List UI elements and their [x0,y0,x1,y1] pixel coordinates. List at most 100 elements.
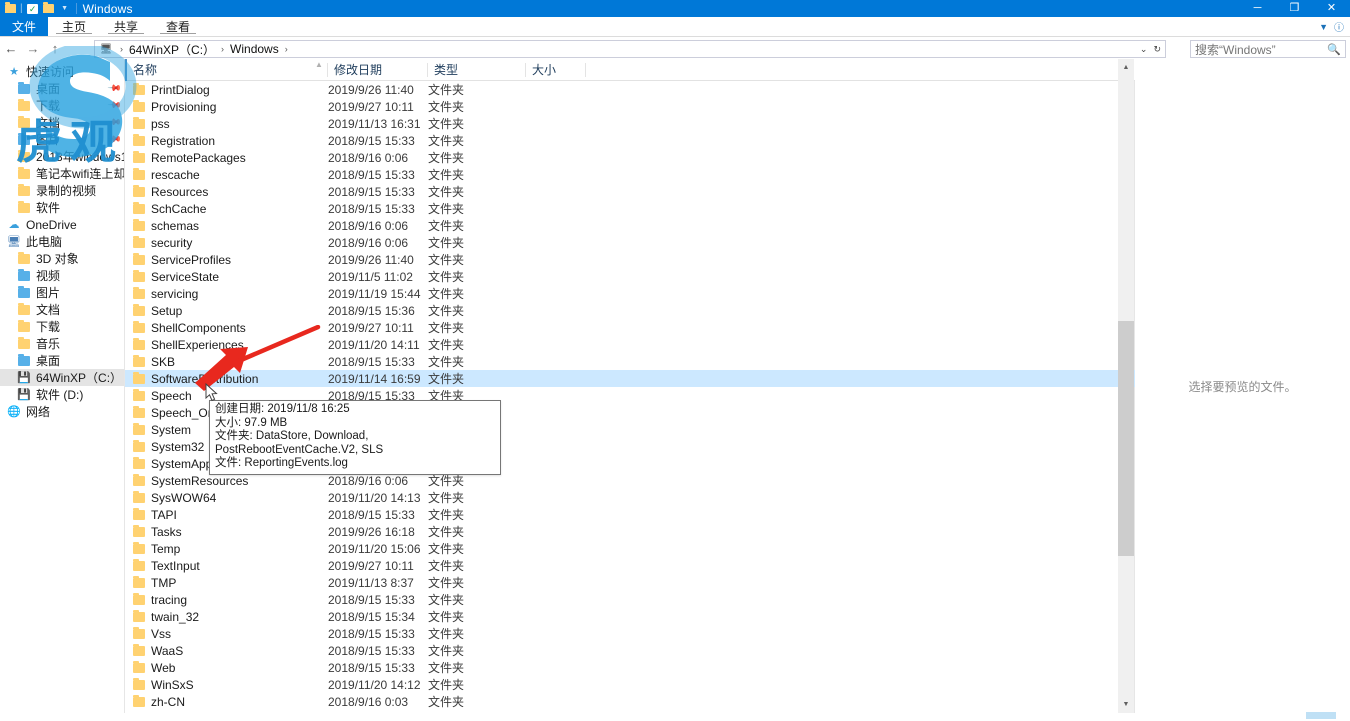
tab-file[interactable]: 文件 [0,17,49,36]
table-row[interactable]: Provisioning 2019/9/27 10:11 文件夹 [125,98,1135,115]
table-row[interactable]: servicing 2019/11/19 15:44 文件夹 [125,285,1135,302]
table-row[interactable]: SysWOW64 2019/11/20 14:13 文件夹 [125,489,1135,506]
table-row[interactable]: Web 2018/9/15 15:33 文件夹 [125,659,1135,676]
pin-icon[interactable]: 📌 [107,115,122,131]
table-row[interactable]: SystemResources 2018/9/16 0:06 文件夹 [125,472,1135,489]
sidebar-item-17[interactable]: 桌面 [0,352,124,369]
table-row[interactable]: zh-CN 2018/9/16 0:03 文件夹 [125,693,1135,710]
scrollbar-thumb[interactable] [1118,321,1134,556]
table-row[interactable]: SKB 2018/9/15 15:33 文件夹 [125,353,1135,370]
tab-view[interactable]: 查看 [152,17,204,36]
scroll-up-arrow-icon[interactable]: ▲ [1118,59,1134,76]
vertical-scrollbar[interactable]: ▲ ▼ [1118,59,1134,713]
column-header-name[interactable]: 名称 [125,58,328,81]
breadcrumb-separator: › [120,44,123,54]
folder-icon[interactable] [3,2,17,16]
tab-home[interactable]: 主页 [48,17,100,36]
sidebar-item-12[interactable]: 视频 [0,267,124,284]
table-row[interactable]: ShellComponents 2019/9/27 10:11 文件夹 [125,319,1135,336]
table-row[interactable]: twain_32 2018/9/15 15:34 文件夹 [125,608,1135,625]
new-folder-icon[interactable] [42,2,56,16]
cell-type: 文件夹 [428,202,465,216]
pin-icon[interactable]: 📌 [107,81,122,97]
help-icon[interactable]: ⓘ [1334,19,1344,34]
chevron-down-icon[interactable]: ▼ [58,2,72,16]
table-row[interactable]: tracing 2018/9/15 15:33 文件夹 [125,591,1135,608]
music-folder-icon [16,336,32,352]
column-header-size[interactable]: 大小 [526,59,586,81]
sidebar-item-4[interactable]: 图片 📌 [0,131,124,148]
table-row[interactable]: Vss 2018/9/15 15:33 文件夹 [125,625,1135,642]
sidebar-item-1[interactable]: 桌面 📌 [0,80,124,97]
table-row[interactable]: Resources 2018/9/15 15:33 文件夹 [125,183,1135,200]
close-button[interactable]: ✕ [1313,0,1350,17]
sidebar-item-2[interactable]: 下载 📌 [0,97,124,114]
table-row[interactable]: TMP 2019/11/13 8:37 文件夹 [125,574,1135,591]
sidebar-item-13[interactable]: 图片 [0,284,124,301]
sidebar-item-15[interactable]: 下载 [0,318,124,335]
table-row[interactable]: SchCache 2018/9/15 15:33 文件夹 [125,200,1135,217]
table-row[interactable]: TextInput 2019/9/27 10:11 文件夹 [125,557,1135,574]
tab-share[interactable]: 共享 [100,17,152,36]
maximize-button[interactable]: ❐ [1276,0,1313,17]
folder-icon [16,200,32,216]
breadcrumb-item-drive[interactable]: 64WinXP（C:） [127,41,217,58]
table-row[interactable]: security 2018/9/16 0:06 文件夹 [125,234,1135,251]
back-button[interactable]: ← [0,38,22,59]
table-row[interactable]: schemas 2018/9/16 0:06 文件夹 [125,217,1135,234]
sidebar-item-14[interactable]: 文档 [0,301,124,318]
table-row[interactable]: TAPI 2018/9/15 15:33 文件夹 [125,506,1135,523]
up-button[interactable]: ↑ [44,38,66,59]
table-row[interactable]: PrintDialog 2019/9/26 11:40 文件夹 [125,81,1135,98]
table-row[interactable]: pss 2019/11/13 16:31 文件夹 [125,115,1135,132]
column-header-type[interactable]: 类型 [428,59,526,81]
column-header-date[interactable]: 修改日期 [328,59,428,81]
sidebar-item-11[interactable]: 3D 对象 [0,250,124,267]
file-name-label: Registration [151,133,216,148]
table-row[interactable]: Temp 2019/11/20 15:06 文件夹 [125,540,1135,557]
sidebar-item-18[interactable]: 💾 64WinXP（C:） [0,369,124,386]
table-row[interactable]: WaaS 2018/9/15 15:33 文件夹 [125,642,1135,659]
table-row[interactable]: SoftwareDistribution 2019/11/14 16:59 文件夹 [125,370,1135,387]
table-row[interactable]: Tasks 2019/9/26 16:18 文件夹 [125,523,1135,540]
table-row[interactable]: RemotePackages 2018/9/16 0:06 文件夹 [125,149,1135,166]
sidebar-item-16[interactable]: 音乐 [0,335,124,352]
table-row[interactable]: Setup 2018/9/15 15:36 文件夹 [125,302,1135,319]
sidebar-item-8[interactable]: 软件 [0,199,124,216]
drive-icon: 💾 [17,372,31,384]
table-row[interactable]: ServiceState 2019/11/5 11:02 文件夹 [125,268,1135,285]
cell-date: 2018/9/15 15:34 [328,609,415,624]
properties-check-icon[interactable]: ✓ [26,2,40,16]
search-input[interactable]: 搜索“Windows” 🔍 [1190,40,1346,58]
sidebar-item-7[interactable]: 录制的视频 [0,182,124,199]
search-icon[interactable]: 🔍 [1327,43,1341,56]
history-dropdown-icon[interactable]: ⌄ [1140,44,1148,55]
sidebar-item-19[interactable]: 💾 软件 (D:) [0,386,124,403]
cell-date: 2018/9/15 15:33 [328,626,415,641]
sidebar-item-9[interactable]: ☁ OneDrive [0,216,124,233]
sidebar-item-3[interactable]: 文档 📌 [0,114,124,131]
table-row[interactable]: ShellExperiences 2019/11/20 14:11 文件夹 [125,336,1135,353]
sidebar-item-5[interactable]: 2018年windows10 [0,148,124,165]
refresh-icon[interactable]: ↻ [1153,44,1161,55]
forward-button[interactable]: → [22,38,44,59]
cell-type: 文件夹 [428,83,465,97]
pin-icon[interactable]: 📌 [107,132,122,148]
sidebar-item-20[interactable]: 🌐 网络 [0,403,124,420]
breadcrumb[interactable]: 🖥 › 64WinXP（C:） › Windows › ⌄ ↻ [94,40,1166,58]
table-row[interactable]: WinSxS 2019/11/20 14:12 文件夹 [125,676,1135,693]
pin-icon[interactable]: 📌 [107,98,122,114]
chevron-down-icon[interactable]: ▼ [1319,22,1328,32]
sidebar-item-6[interactable]: 笔记本wifi连上却没 [0,165,124,182]
table-row[interactable]: ServiceProfiles 2019/9/26 11:40 文件夹 [125,251,1135,268]
table-row[interactable]: rescache 2018/9/15 15:33 文件夹 [125,166,1135,183]
table-row[interactable]: Registration 2018/9/15 15:33 文件夹 [125,132,1135,149]
sidebar-item-0[interactable]: ★ 快速访问 [0,63,124,80]
breadcrumb-item-windows[interactable]: Windows [228,42,281,56]
tooltip-line-folders: 文件夹: DataStore, Download, PostRebootEven… [215,430,384,456]
sidebar-item-10[interactable]: 🖥 此电脑 [0,233,124,250]
cell-type: 文件夹 [428,338,465,352]
title-bar: | ✓ ▼ Windows ─ ❐ ✕ [0,0,1350,17]
scroll-down-arrow-icon[interactable]: ▼ [1118,696,1134,713]
minimize-button[interactable]: ─ [1239,0,1276,17]
